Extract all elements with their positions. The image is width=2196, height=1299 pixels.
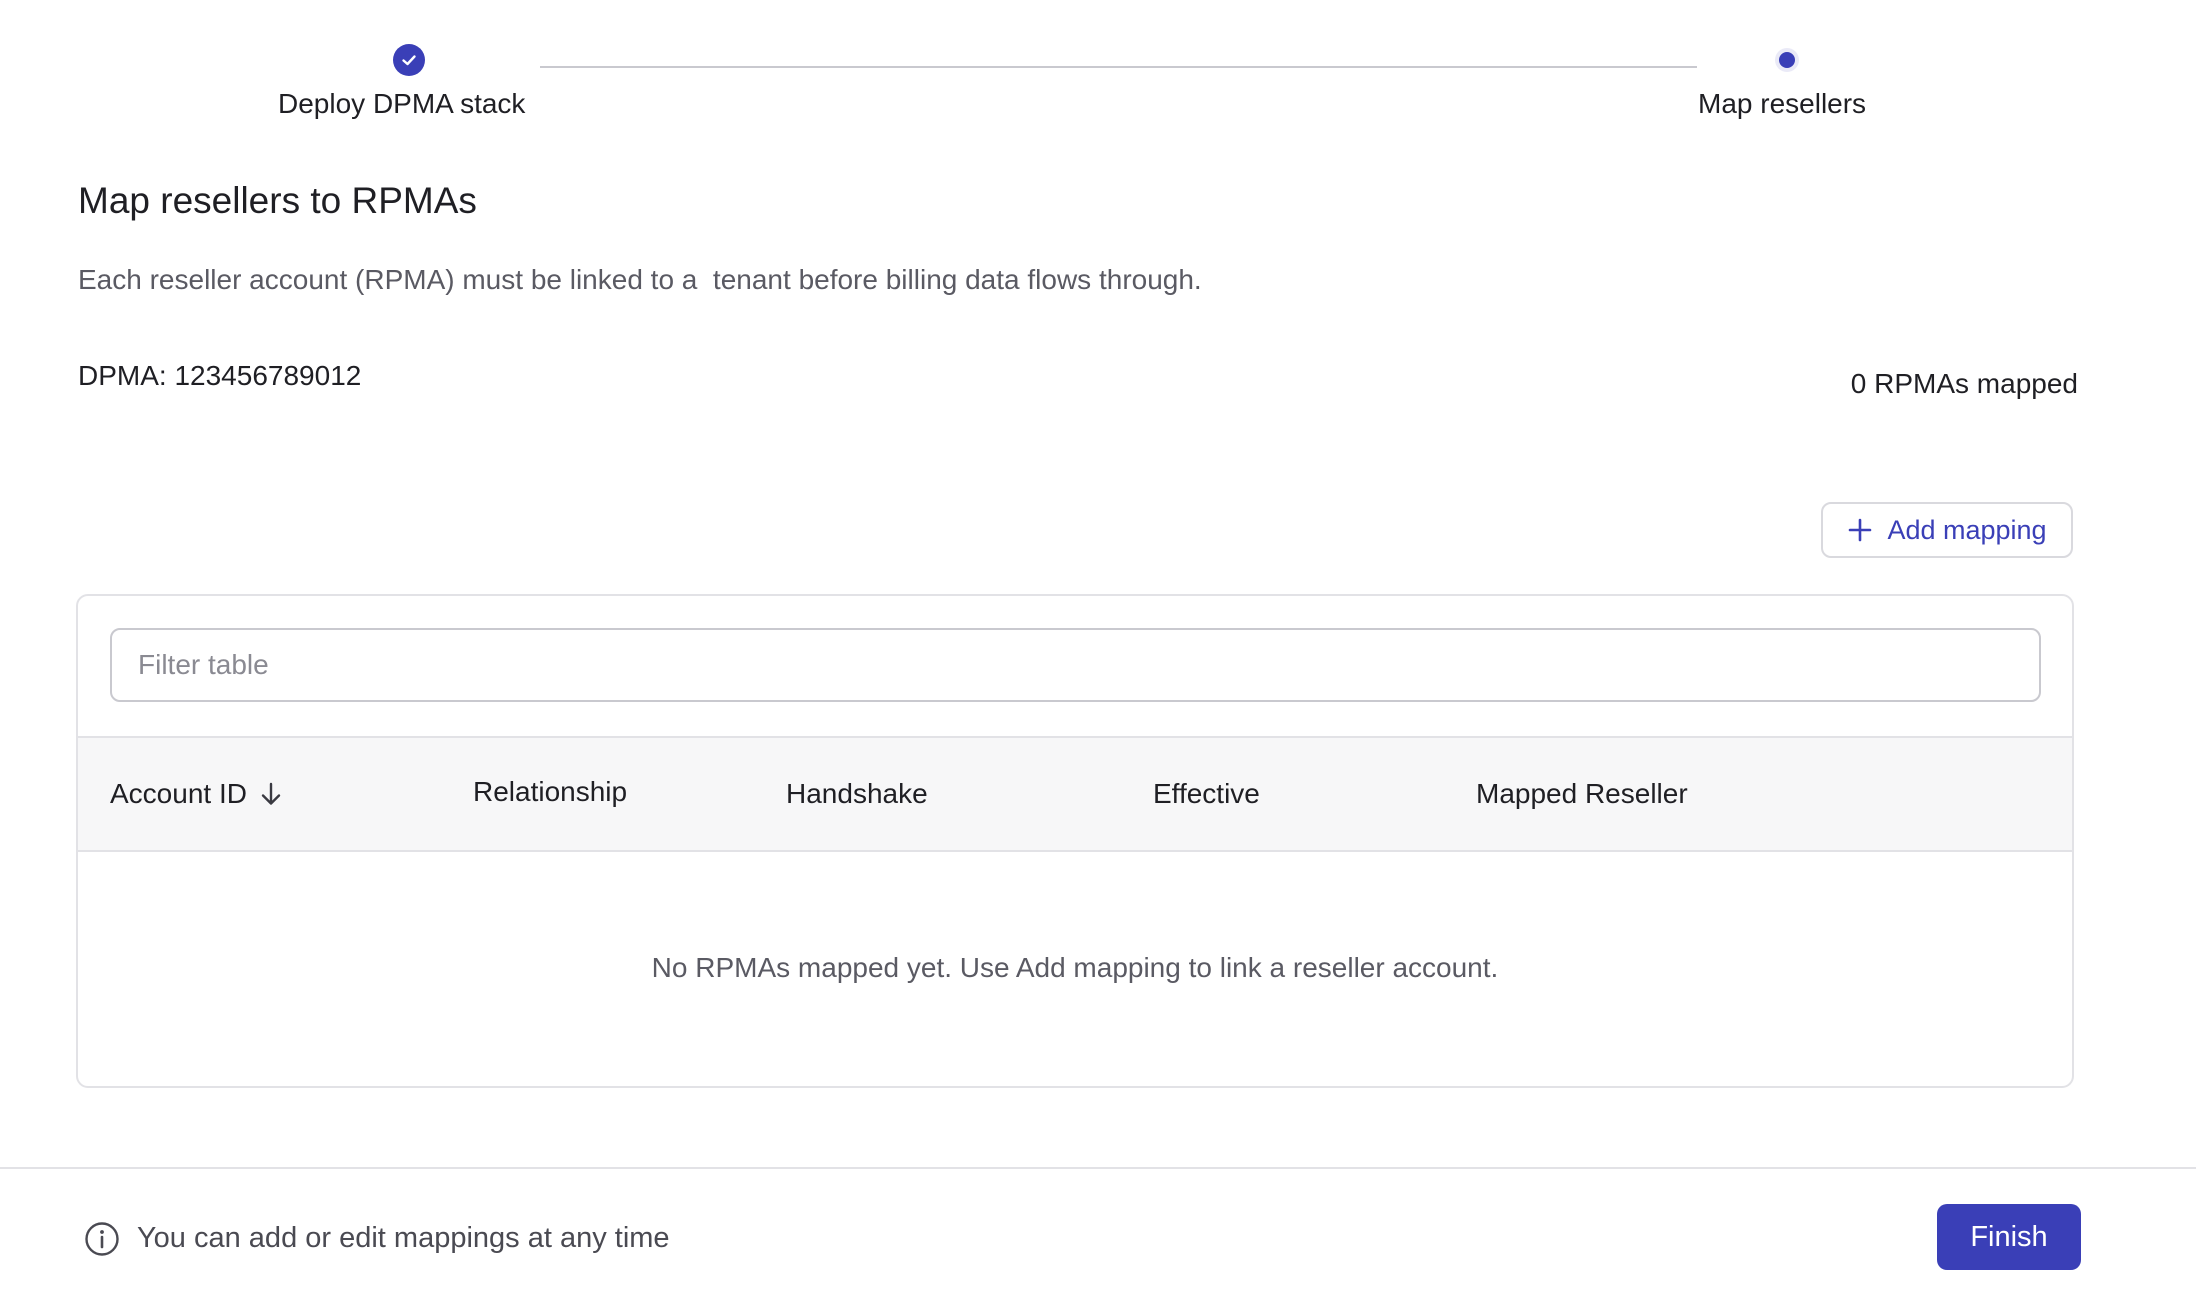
mapped-count: 0 RPMAs mapped bbox=[1850, 368, 2078, 399]
column-label-account-id: Account ID bbox=[110, 778, 247, 809]
column-header-account-id[interactable]: Account ID bbox=[110, 738, 285, 850]
plus-icon bbox=[1849, 518, 1872, 542]
info-icon bbox=[85, 1222, 119, 1256]
add-mapping-button[interactable]: Add mapping bbox=[1821, 502, 2073, 558]
step-current-indicator bbox=[1775, 48, 1799, 72]
check-icon bbox=[402, 55, 416, 66]
column-header-relationship[interactable]: Relationship bbox=[473, 736, 627, 848]
table-header: Account ID Relationship Handshake Effect… bbox=[78, 736, 2072, 852]
page-description: Each reseller account (RPMA) must be lin… bbox=[78, 264, 1202, 295]
dpma-label: DPMA: bbox=[78, 360, 167, 391]
page-title: Map resellers to RPMAs bbox=[78, 180, 477, 221]
step-label-map-resellers: Map resellers bbox=[1698, 88, 1867, 119]
footer-note: You can add or edit mappings at any time bbox=[137, 1222, 670, 1254]
footer-divider bbox=[0, 1167, 2196, 1169]
filter-table-input[interactable] bbox=[110, 628, 2041, 702]
finish-button[interactable]: Finish bbox=[1937, 1204, 2081, 1270]
step-complete-indicator bbox=[393, 44, 425, 76]
stepper-connector bbox=[540, 66, 1697, 68]
add-mapping-label: Add mapping bbox=[1887, 514, 2047, 545]
empty-state-message: No RPMAs mapped yet. Use Add mapping to … bbox=[651, 952, 1499, 983]
column-header-handshake[interactable]: Handshake bbox=[786, 738, 928, 850]
mappings-table-card: Account ID Relationship Handshake Effect… bbox=[76, 594, 2074, 1088]
arrow-down-icon bbox=[261, 782, 281, 805]
dpma-info: DPMA: 123456789012 bbox=[78, 360, 361, 392]
column-header-effective[interactable]: Effective bbox=[1153, 738, 1260, 850]
dpma-id: 123456789012 bbox=[174, 360, 362, 391]
step-label-deploy: Deploy DPMA stack bbox=[278, 88, 526, 119]
column-header-mapped-reseller[interactable]: Mapped Reseller bbox=[1476, 738, 1688, 850]
